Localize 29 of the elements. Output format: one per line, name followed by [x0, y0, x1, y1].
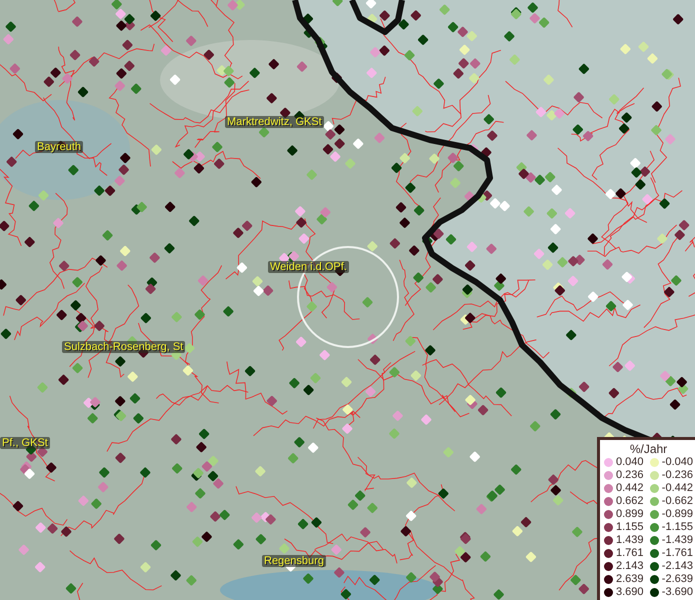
place-label: Pf., GKSt [0, 437, 50, 449]
legend-value: 0.899 [616, 508, 645, 521]
legend-value: 2.143 [616, 560, 645, 573]
legend-value: -0.442 [662, 482, 693, 495]
legend-value: 0.442 [616, 482, 645, 495]
legend-value: 2.639 [616, 573, 645, 586]
place-label: Marktredwitz, GKSt [225, 116, 324, 128]
legend-value: 1.439 [616, 534, 645, 547]
legend-value: -0.236 [662, 469, 693, 482]
legend-value: 0.040 [616, 456, 645, 469]
place-label: Sulzbach-Rosenberg, St [62, 341, 186, 353]
legend-value: -2.639 [662, 573, 693, 586]
legend-value: 1.761 [616, 547, 645, 560]
legend-value: -0.899 [662, 508, 693, 521]
legend-value: -1.439 [662, 534, 693, 547]
legend-value: -1.761 [662, 547, 693, 560]
legend-value: 3.690 [616, 586, 645, 599]
legend-value: -3.690 [662, 586, 693, 599]
legend-value: 1.155 [616, 521, 645, 534]
legend-title: %/Jahr [628, 442, 668, 456]
legend-value: 0.236 [616, 469, 645, 482]
place-label: Weiden i.d.OPf. [268, 261, 349, 273]
place-label: Bayreuth [35, 141, 84, 153]
legend-value: -1.155 [662, 521, 693, 534]
legend-value: -0.662 [662, 495, 693, 508]
place-label: Regensburg [262, 555, 326, 567]
legend-value: -0.040 [662, 456, 693, 469]
legend-value: -2.143 [662, 560, 693, 573]
legend-value: 0.662 [616, 495, 645, 508]
